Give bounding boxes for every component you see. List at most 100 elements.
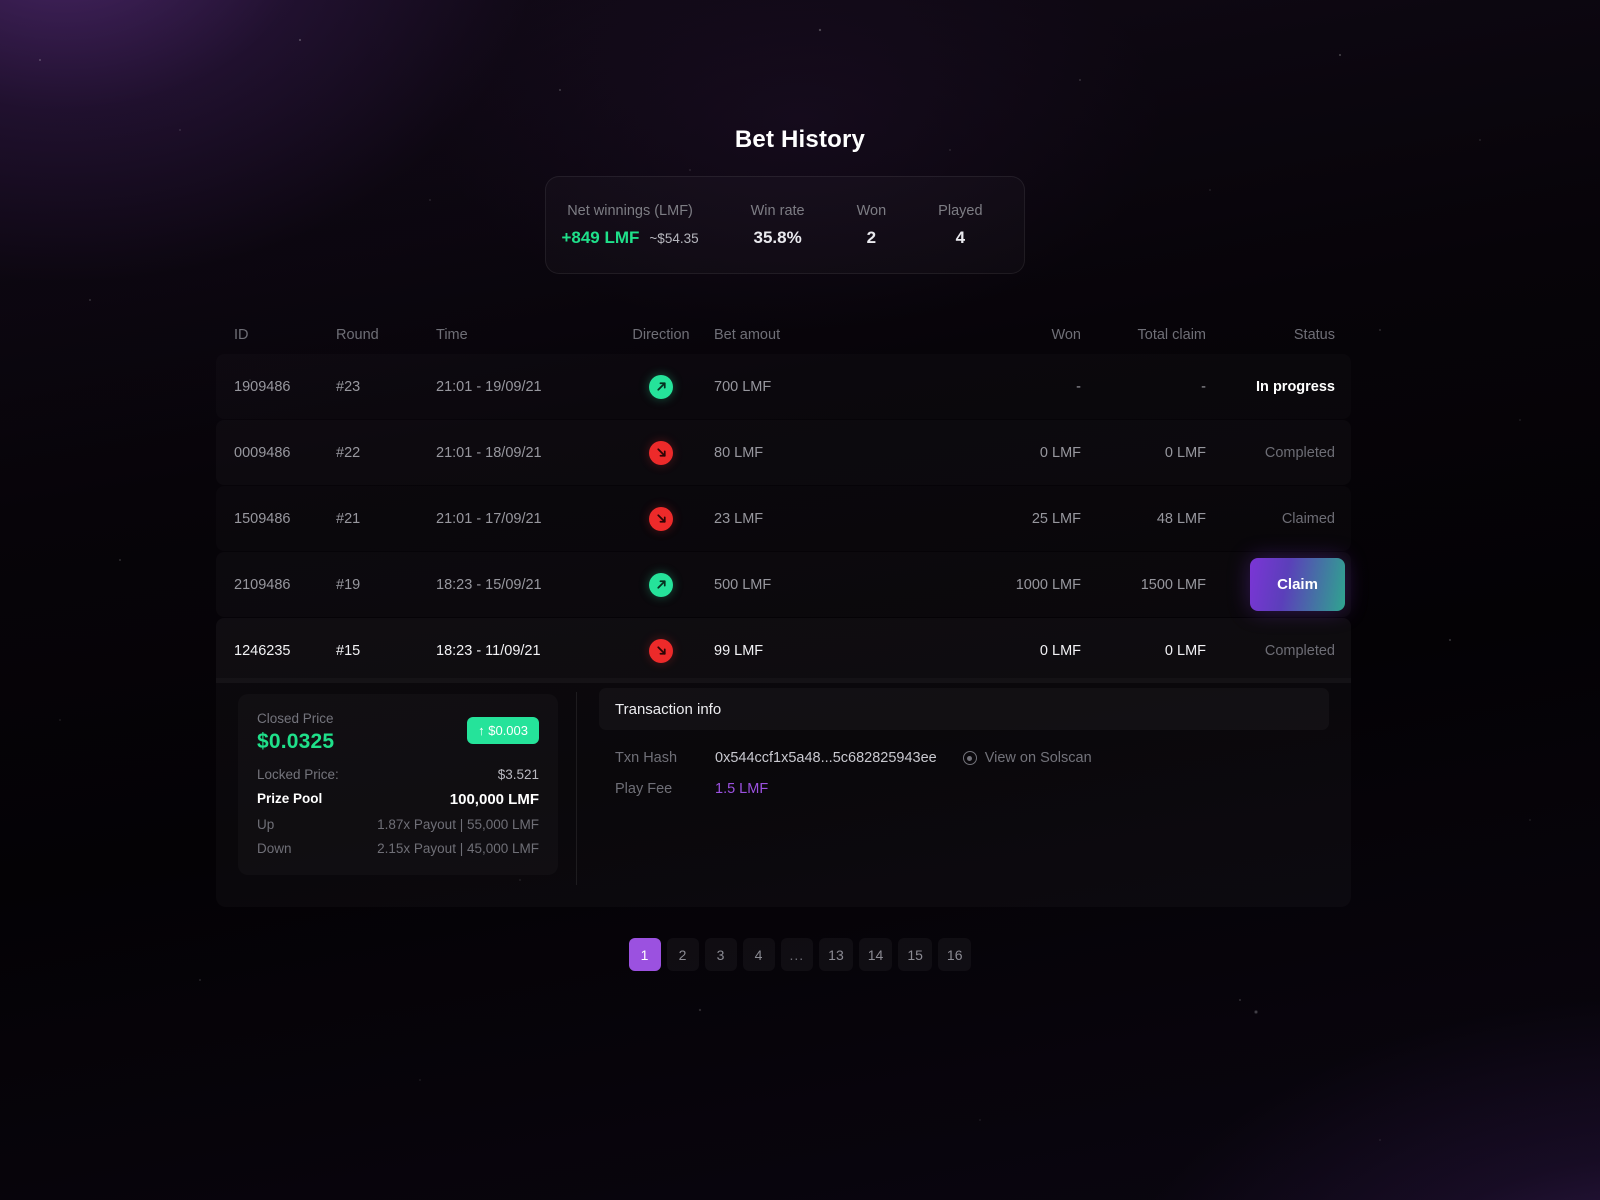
cell-won: 25 LMF	[941, 511, 1081, 527]
cell-bet-amount: 80 LMF	[711, 445, 941, 461]
cell-id: 1909486	[216, 379, 336, 395]
pagination-page-4[interactable]: 4	[743, 938, 775, 971]
status-badge: Completed	[1206, 445, 1351, 461]
transaction-info-section: Transaction info Txn Hash 0x544ccf1x5a48…	[577, 678, 1351, 907]
cell-round: #19	[336, 577, 436, 593]
locked-price-label: Locked Price:	[257, 767, 339, 782]
transaction-info-title: Transaction info	[599, 688, 1329, 730]
table-header-row: ID Round Time Direction Bet amout Won To…	[216, 316, 1351, 354]
pagination-page-3[interactable]: 3	[705, 938, 737, 971]
prize-pool-value: 100,000 LMF	[450, 791, 539, 808]
prize-pool-row: Prize Pool 100,000 LMF	[257, 791, 539, 808]
table-row[interactable]: 1909486#2321:01 - 19/09/21700 LMF--In pr…	[216, 354, 1351, 419]
cell-direction	[611, 639, 711, 663]
pagination-page-13[interactable]: 13	[819, 938, 853, 971]
summary-card: Net winnings (LMF) +849 LMF ~$54.35 Win …	[545, 176, 1025, 274]
header-status: Status	[1206, 327, 1351, 343]
header-total-claim: Total claim	[1081, 327, 1206, 343]
down-payout-row: Down 2.15x Payout | 45,000 LMF	[257, 841, 539, 856]
cell-won: 1000 LMF	[941, 577, 1081, 593]
locked-price-value: $3.521	[498, 767, 539, 782]
stat-net-winnings-usd: ~$54.35	[649, 231, 698, 246]
table-row[interactable]: 0009486#2221:01 - 18/09/2180 LMF0 LMF0 L…	[216, 420, 1351, 485]
up-payout-row: Up 1.87x Payout | 55,000 LMF	[257, 817, 539, 832]
cell-won: -	[941, 379, 1081, 395]
up-value: 1.87x Payout | 55,000 LMF	[377, 817, 539, 832]
status-badge: Claimed	[1206, 511, 1351, 527]
header-round: Round	[336, 327, 436, 343]
cell-total-claim: 0 LMF	[1081, 445, 1206, 461]
pagination-page-16[interactable]: 16	[938, 938, 972, 971]
stat-win-rate: Win rate 35.8%	[725, 203, 831, 248]
cell-time: 18:23 - 11/09/21	[436, 643, 611, 659]
cell-id: 1509486	[216, 511, 336, 527]
down-label: Down	[257, 841, 292, 856]
cell-bet-amount: 500 LMF	[711, 577, 941, 593]
claim-button[interactable]: Claim	[1250, 558, 1345, 611]
pagination: 1234...13141516	[0, 938, 1600, 971]
down-value: 2.15x Payout | 45,000 LMF	[377, 841, 539, 856]
stat-played: Played 4	[912, 203, 1008, 248]
cell-bet-amount: 700 LMF	[711, 379, 941, 395]
pagination-page-14[interactable]: 14	[859, 938, 893, 971]
stat-win-rate-value: 35.8%	[754, 228, 802, 248]
stat-net-winnings: Net winnings (LMF) +849 LMF ~$54.35	[561, 203, 724, 248]
pagination-page-2[interactable]: 2	[667, 938, 699, 971]
view-on-solscan-label: View on Solscan	[985, 750, 1092, 766]
txn-hash-row: Txn Hash 0x544ccf1x5a48...5c682825943ee …	[615, 750, 1329, 766]
header-id: ID	[216, 327, 336, 343]
play-fee-value: 1.5 LMF	[715, 781, 768, 797]
app-root: Bet History Net winnings (LMF) +849 LMF …	[0, 0, 1600, 1200]
play-fee-label: Play Fee	[615, 781, 715, 797]
cell-direction	[611, 375, 711, 399]
cell-round: #15	[336, 643, 436, 659]
cell-total-claim: 48 LMF	[1081, 511, 1206, 527]
stat-won-value: 2	[867, 228, 876, 248]
cell-won: 0 LMF	[941, 445, 1081, 461]
cell-round: #22	[336, 445, 436, 461]
pagination-ellipsis: ...	[781, 938, 814, 971]
cell-bet-amount: 99 LMF	[711, 643, 941, 659]
cell-direction	[611, 441, 711, 465]
table-row[interactable]: 2109486#1918:23 - 15/09/21500 LMF1000 LM…	[216, 552, 1351, 617]
cell-time: 21:01 - 18/09/21	[436, 445, 611, 461]
header-time: Time	[436, 327, 611, 343]
stat-won-label: Won	[857, 203, 887, 219]
status-badge: In progress	[1206, 379, 1351, 395]
cell-total-claim: 0 LMF	[1081, 643, 1206, 659]
arrow-up-right-icon	[649, 375, 673, 399]
up-label: Up	[257, 817, 274, 832]
stat-played-value: 4	[956, 228, 965, 248]
cell-total-claim: -	[1081, 379, 1206, 395]
arrow-down-right-icon	[649, 441, 673, 465]
locked-price-row: Locked Price: $3.521	[257, 767, 539, 782]
txn-hash-value: 0x544ccf1x5a48...5c682825943ee	[715, 750, 937, 766]
table-row[interactable]: 1509486#2121:01 - 17/09/21 23 LMF25 LMF48…	[216, 486, 1351, 551]
header-direction: Direction	[611, 327, 711, 343]
price-card: Closed Price $0.0325 ↑ $0.003 Locked Pri…	[238, 694, 558, 875]
pagination-page-15[interactable]: 15	[898, 938, 932, 971]
cell-won: 0 LMF	[941, 643, 1081, 659]
arrow-down-right-icon	[649, 639, 673, 663]
txn-hash-label: Txn Hash	[615, 750, 715, 766]
cell-time: 18:23 - 15/09/21	[436, 577, 611, 593]
stat-played-label: Played	[938, 203, 982, 219]
round-summary-section: Closed Price $0.0325 ↑ $0.003 Locked Pri…	[216, 678, 576, 907]
stat-won: Won 2	[831, 203, 913, 248]
page-title: Bet History	[0, 126, 1600, 154]
cell-total-claim: 1500 LMF	[1081, 577, 1206, 593]
cell-time: 21:01 - 17/09/21	[436, 511, 611, 527]
cell-bet-amount: 23 LMF	[711, 511, 941, 527]
cell-direction	[611, 507, 711, 531]
pagination-page-1[interactable]: 1	[629, 938, 661, 971]
bet-history-table: ID Round Time Direction Bet amout Won To…	[216, 316, 1351, 684]
view-on-solscan-link[interactable]: View on Solscan	[963, 750, 1092, 766]
arrow-up-right-icon	[649, 573, 673, 597]
table-row[interactable]: 1246235#1518:23 - 11/09/2199 LMF0 LMF0 L…	[216, 618, 1351, 683]
cell-round: #21	[336, 511, 436, 527]
arrow-down-right-icon	[649, 507, 673, 531]
play-fee-row: Play Fee 1.5 LMF	[615, 781, 1329, 797]
cell-round: #23	[336, 379, 436, 395]
stat-net-winnings-label: Net winnings (LMF)	[567, 203, 693, 219]
closed-price-value: $0.0325	[257, 730, 334, 754]
